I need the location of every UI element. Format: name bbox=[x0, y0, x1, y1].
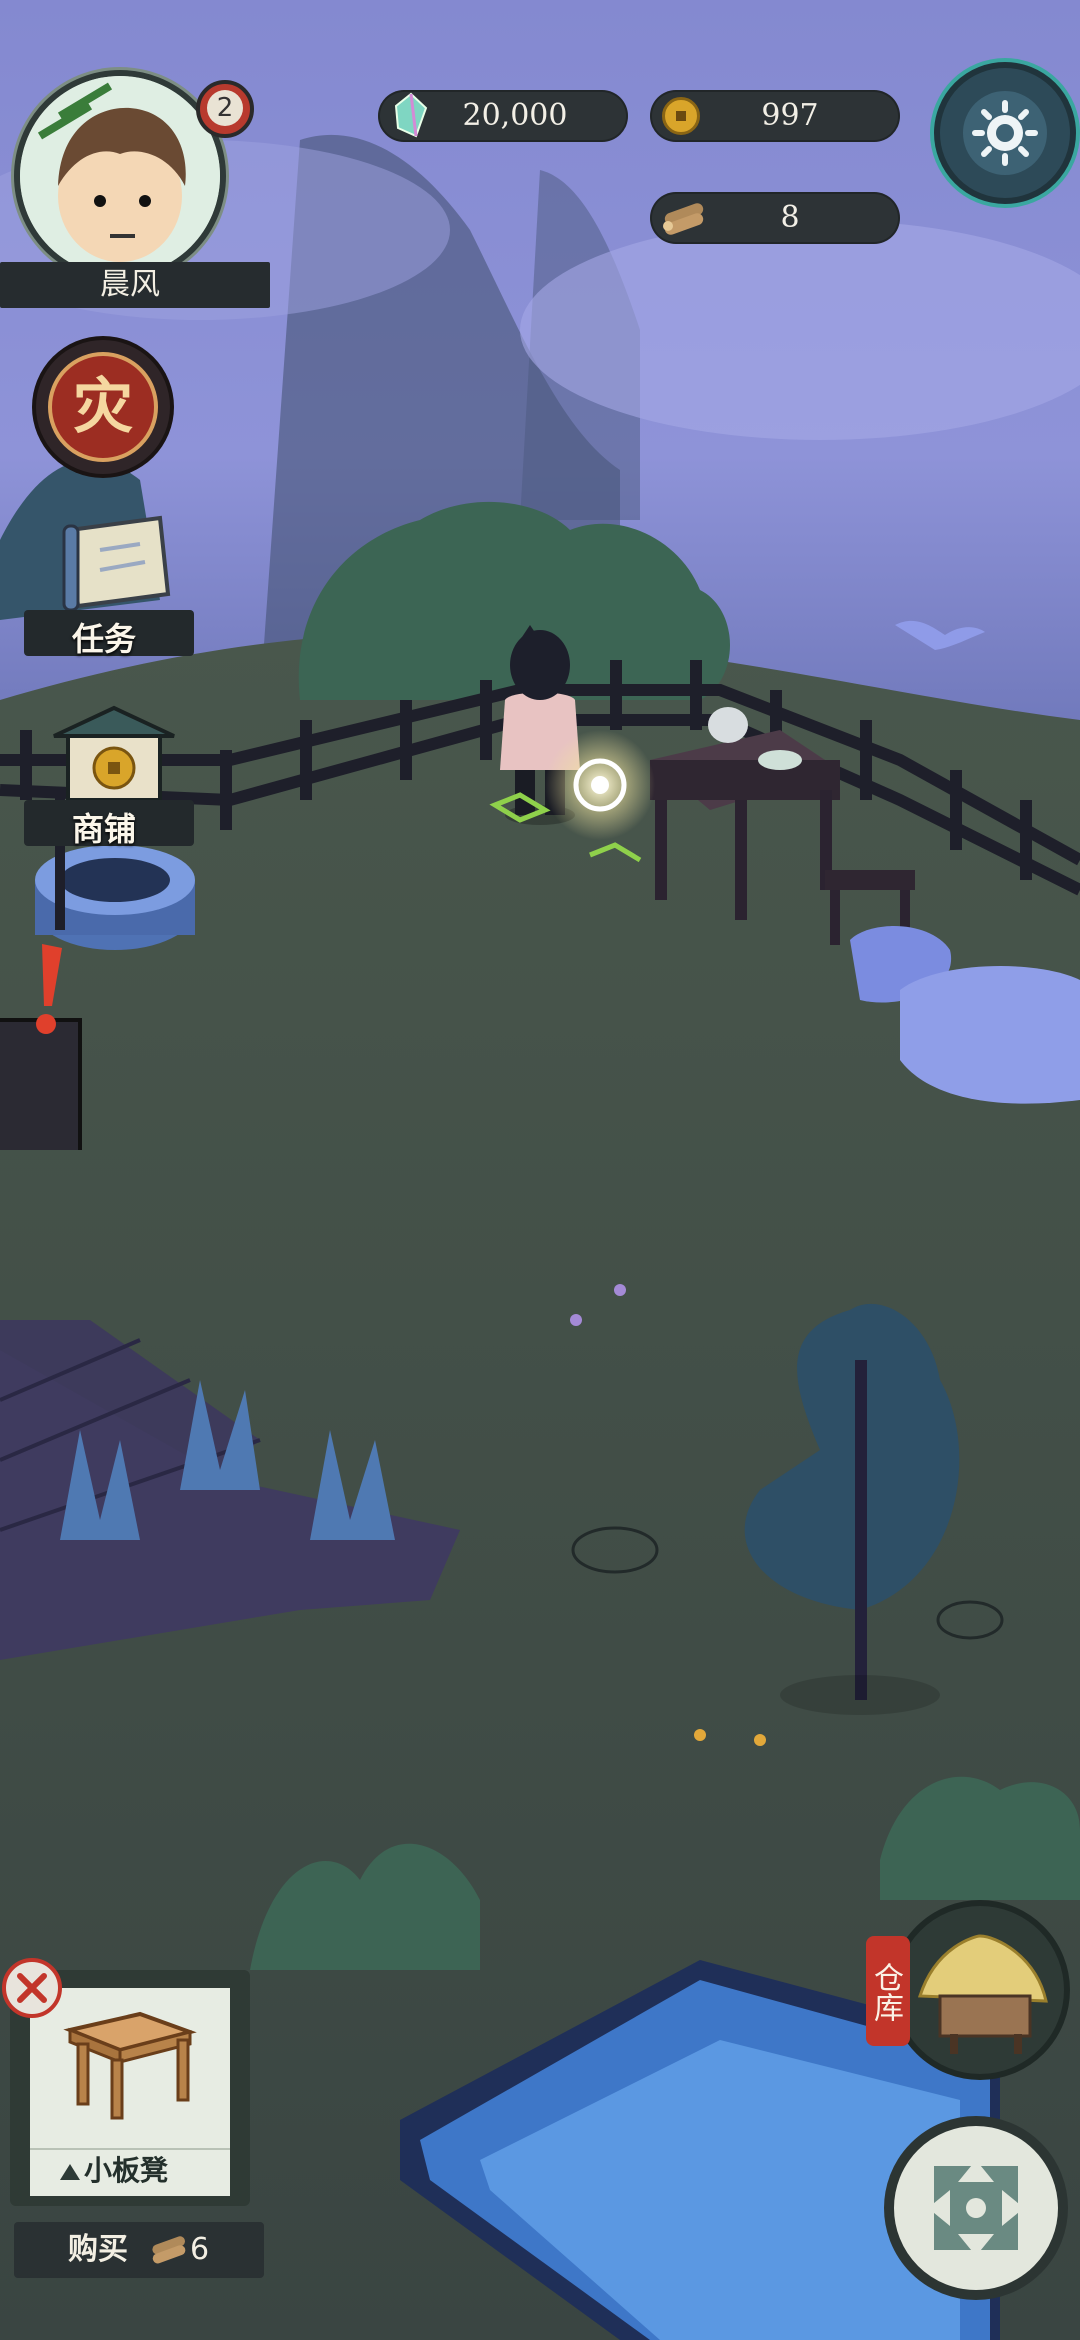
player-avatar[interactable] bbox=[14, 70, 226, 282]
build-item-name: 小板凳 bbox=[84, 2154, 169, 2187]
gear-icon bbox=[963, 91, 1047, 175]
disaster-event-button[interactable]: 灾 bbox=[36, 340, 170, 474]
buy-price: 6 bbox=[190, 2232, 210, 2267]
alert-exclamation-icon[interactable] bbox=[28, 940, 68, 1040]
cancel-build-button[interactable] bbox=[2, 1958, 62, 2018]
quest-button[interactable]: 任务 bbox=[24, 510, 204, 660]
scroll-map-icon bbox=[62, 515, 171, 612]
crystal-icon bbox=[394, 92, 428, 138]
settings-button[interactable] bbox=[934, 62, 1076, 204]
wood-log-icon bbox=[152, 2236, 186, 2264]
small-stool-icon bbox=[63, 2011, 197, 2120]
buy-label: 购买 bbox=[68, 2232, 128, 2267]
mountain-icon bbox=[60, 2164, 80, 2180]
warehouse-label: 仓库 bbox=[868, 1962, 903, 2022]
move-control-button[interactable] bbox=[884, 2116, 1068, 2300]
warehouse-button[interactable] bbox=[890, 1900, 1070, 2080]
shop-label: 商铺 bbox=[71, 810, 136, 848]
coin-value: 997 bbox=[761, 98, 819, 133]
shop-pavilion-icon bbox=[53, 705, 175, 802]
wood-value: 8 bbox=[780, 200, 800, 235]
disaster-glyph: 灾 bbox=[73, 372, 133, 442]
level-badge-text: 2 bbox=[207, 90, 243, 126]
wood-log-icon bbox=[658, 198, 710, 238]
copper-coin-icon bbox=[662, 97, 700, 135]
four-arrows-icon bbox=[928, 2160, 1024, 2256]
buy-button[interactable]: 购买 6 bbox=[14, 2222, 264, 2278]
shop-button[interactable]: 商铺 bbox=[24, 700, 204, 850]
level-badge: 2 bbox=[196, 80, 254, 138]
crystal-value: 20,000 bbox=[462, 98, 568, 133]
player-name: 晨风 bbox=[100, 267, 160, 302]
avatar-face-icon bbox=[20, 76, 220, 276]
quest-label: 任务 bbox=[71, 620, 136, 658]
straw-hut-icon bbox=[917, 1934, 1048, 2054]
close-icon bbox=[17, 1973, 47, 2003]
